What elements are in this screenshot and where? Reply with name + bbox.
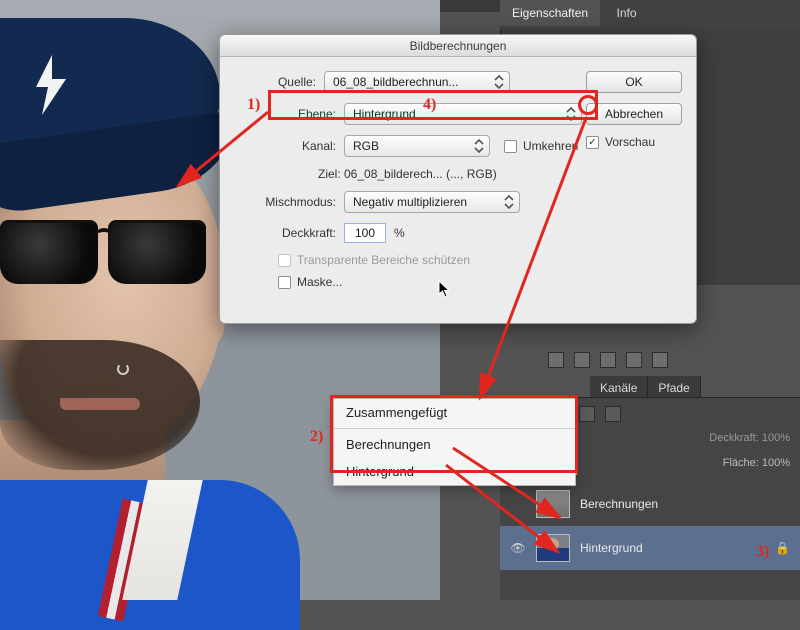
annotation-box-2	[330, 395, 578, 473]
photo-sunglasses	[0, 220, 215, 290]
annotation-label-1: 1)	[247, 96, 260, 114]
preview-label: Vorschau	[605, 135, 655, 149]
lock-icon: 🔒	[775, 541, 790, 555]
mask-checkbox[interactable]	[278, 276, 291, 289]
blend-label: Mischmodus:	[232, 195, 344, 209]
percent-label: %	[394, 226, 405, 240]
apply-image-dialog: Bildberechnungen OK Abbrechen ✓ Vorschau…	[219, 34, 697, 324]
panel-icon[interactable]	[574, 352, 590, 368]
fill-label: Fläche:	[723, 457, 759, 469]
opacity-value: 100%	[762, 432, 790, 444]
annotation-label-4: 4)	[423, 96, 436, 114]
properties-panel-tabs: Eigenschaften Info	[500, 0, 800, 30]
panel-icon[interactable]	[600, 352, 616, 368]
panel-icon[interactable]	[626, 352, 642, 368]
cancel-button[interactable]: Abbrechen	[586, 103, 682, 125]
source-value: 06_08_bildberechnun...	[333, 75, 458, 89]
chevron-updown-icon	[473, 139, 485, 153]
lightning-icon	[30, 55, 70, 115]
photo-nosering	[117, 363, 129, 375]
invert-label: Umkehren	[523, 139, 578, 153]
fill-value: 100%	[762, 457, 790, 469]
tab-properties[interactable]: Eigenschaften	[500, 0, 600, 26]
chevron-updown-icon	[503, 195, 515, 209]
target-line: Ziel: 06_08_bilderech... (..., RGB)	[318, 167, 684, 181]
blend-select[interactable]: Negativ multiplizieren	[344, 191, 520, 213]
panel-iconrow	[548, 352, 668, 368]
opacity-label: Deckkraft:	[232, 226, 344, 240]
panel-icon[interactable]	[652, 352, 668, 368]
transparent-checkbox	[278, 254, 291, 267]
photo-lips	[60, 398, 140, 410]
layer-name: Hintergrund	[580, 541, 643, 555]
channel-select[interactable]: RGB	[344, 135, 490, 157]
source-label: Quelle:	[232, 75, 324, 89]
chevron-updown-icon	[493, 75, 505, 89]
layer-thumbnail[interactable]	[536, 534, 570, 562]
annotation-label-3: 3)	[756, 543, 769, 561]
channel-label: Kanal:	[232, 139, 344, 153]
visibility-icon[interactable]: 👁	[510, 541, 526, 555]
invert-checkbox[interactable]	[504, 140, 517, 153]
annotation-circle-4	[578, 95, 598, 115]
annotation-label-2: 2)	[310, 428, 323, 446]
channel-value: RGB	[353, 139, 379, 153]
layer-name: Berechnungen	[580, 497, 658, 511]
layer-thumbnail[interactable]	[536, 490, 570, 518]
layer-filter-icon[interactable]	[605, 406, 621, 422]
layer-row-berechnungen[interactable]: Berechnungen	[500, 482, 800, 526]
opacity-input[interactable]	[344, 223, 386, 243]
cursor-icon	[438, 280, 452, 298]
preview-checkbox[interactable]: ✓	[586, 136, 599, 149]
layer-row-hintergrund[interactable]: 👁 Hintergrund 🔒	[500, 526, 800, 570]
blend-value: Negativ multiplizieren	[353, 195, 467, 209]
tab-info[interactable]: Info	[605, 0, 649, 26]
dialog-title: Bildberechnungen	[220, 35, 696, 57]
opacity-label: Deckkraft:	[709, 432, 759, 444]
mask-label: Maske...	[297, 275, 342, 289]
layer-filter-icon[interactable]	[579, 406, 595, 422]
panel-icon[interactable]	[548, 352, 564, 368]
ok-button[interactable]: OK	[586, 71, 682, 93]
transparent-label: Transparente Bereiche schützen	[297, 253, 470, 267]
